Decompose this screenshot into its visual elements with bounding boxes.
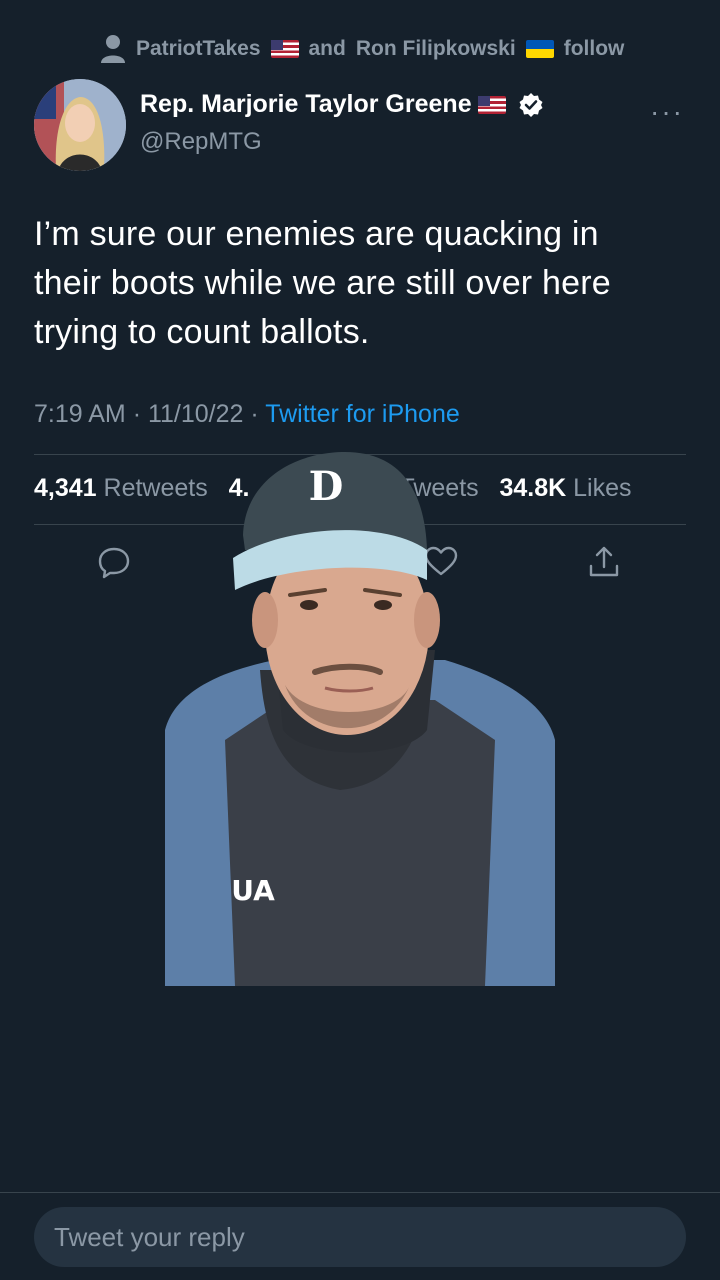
reply-icon[interactable] xyxy=(96,544,132,580)
share-icon[interactable] xyxy=(586,544,622,580)
us-flag-icon xyxy=(477,95,506,114)
cap-logo: D xyxy=(309,463,344,510)
tweet-meta: 7:19 AM · 11/10/22 · Twitter for iPhone xyxy=(34,400,460,429)
avatar-image xyxy=(34,79,126,171)
us-flag-icon xyxy=(270,40,299,58)
tweet-date: 11/10/22 xyxy=(147,400,244,428)
meta-separator: · xyxy=(250,400,266,428)
author-name-row[interactable]: Rep. Marjorie Taylor Greene xyxy=(140,90,544,119)
social-context[interactable]: PatriotTakes and Ron Filipkowski follow xyxy=(100,32,624,66)
avatar[interactable] xyxy=(34,79,126,171)
more-options-icon[interactable]: ··· xyxy=(650,96,684,128)
video-overlay: D UA xyxy=(165,440,555,986)
context-user-2[interactable]: Ron Filipkowski xyxy=(356,37,516,61)
reply-bar-divider xyxy=(0,1192,720,1193)
person-video-frame: D UA xyxy=(165,452,555,986)
shirt-logo: UA xyxy=(231,874,275,907)
verified-badge-icon xyxy=(519,92,543,117)
context-user-1[interactable]: PatriotTakes xyxy=(136,37,261,61)
author-name[interactable]: Rep. Marjorie Taylor Greene xyxy=(140,90,472,119)
tweet-time: 7:19 AM xyxy=(34,400,126,428)
author-handle[interactable]: @RepMTG xyxy=(140,128,262,156)
context-action: follow xyxy=(563,37,625,60)
tweet-source-link[interactable]: Twitter for iPhone xyxy=(265,400,460,428)
ukraine-flag-icon xyxy=(525,40,554,58)
reply-input[interactable]: Tweet your reply xyxy=(34,1207,686,1267)
meta-separator: · xyxy=(132,400,148,428)
tweet-text: I’m sure our enemies are quacking in the… xyxy=(34,215,611,351)
context-connector: and xyxy=(308,37,346,60)
person-icon xyxy=(101,35,125,63)
